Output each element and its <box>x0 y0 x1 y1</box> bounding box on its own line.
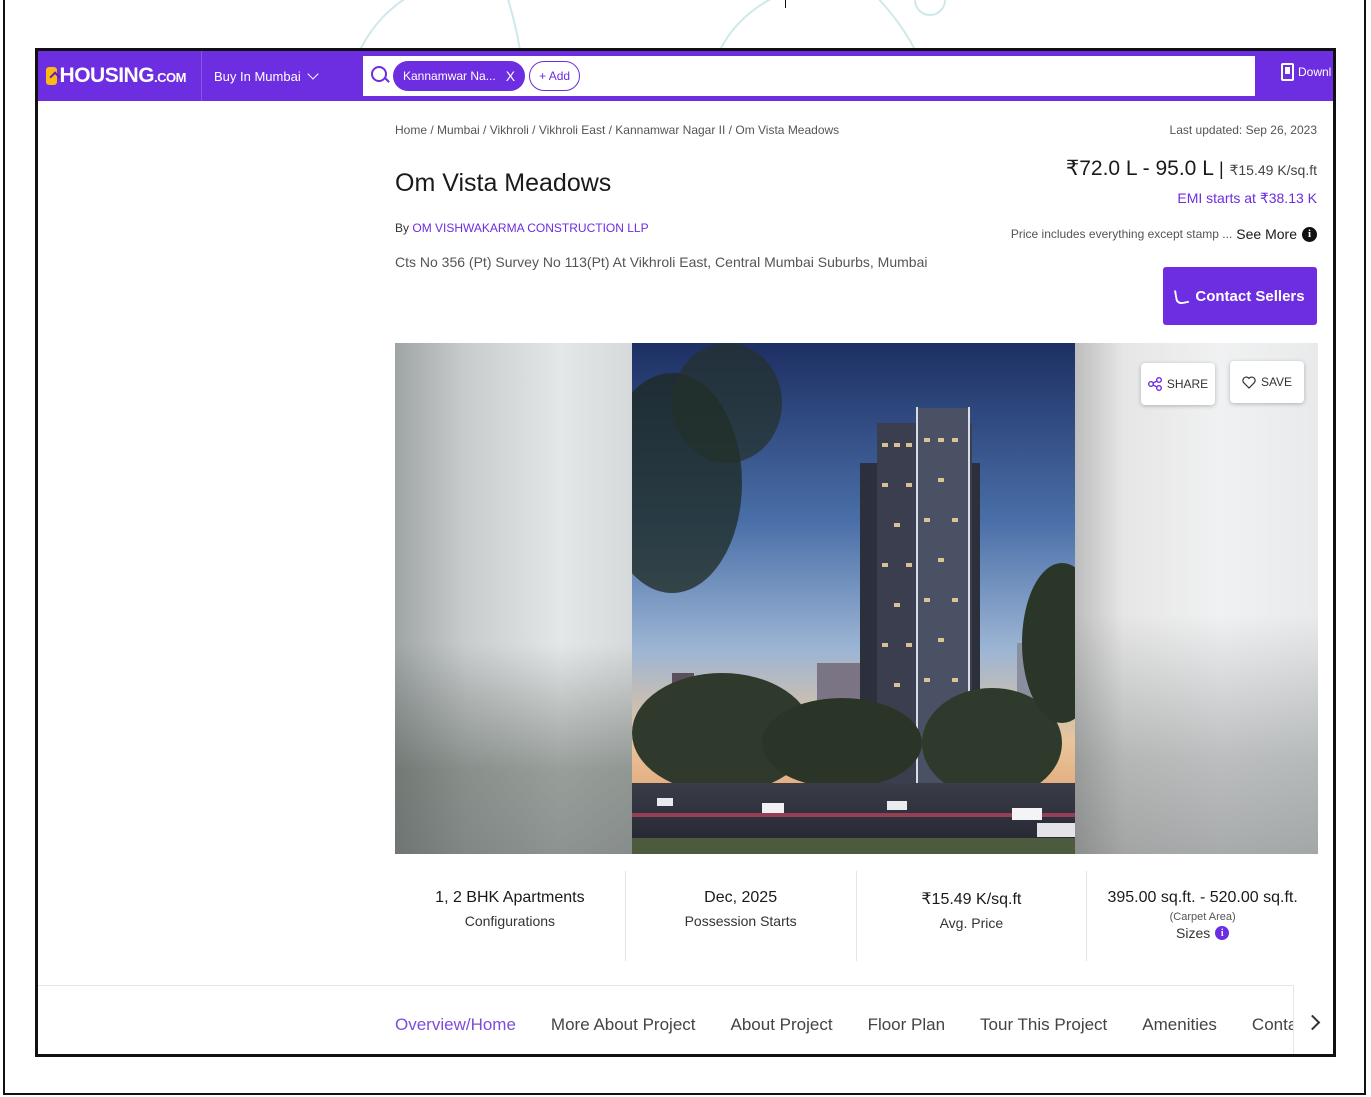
price-note-text: Price includes everything except stamp .… <box>1010 227 1233 241</box>
price-note: Price includes everything except stamp .… <box>1011 226 1317 242</box>
builder-line: By OM VISHWAKARMA CONSTRUCTION LLP <box>395 221 649 235</box>
project-main-image[interactable] <box>632 343 1075 854</box>
search-bar[interactable]: Kannamwar Na... X + Add <box>363 56 1255 96</box>
stat-value: ₹15.49 K/sq.ft <box>921 891 1022 908</box>
info-icon[interactable]: i <box>1302 226 1317 242</box>
tab-about-project[interactable]: About Project <box>731 1015 833 1035</box>
tab-tour-project[interactable]: Tour This Project <box>980 1015 1107 1035</box>
price-per-sqft: ₹15.49 K/sq.ft <box>1229 162 1317 178</box>
stat-configurations: 1, 2 BHK Apartments Configurations <box>395 871 626 961</box>
logo-mark-icon <box>46 67 57 85</box>
stat-avg-price: ₹15.49 K/sq.ft Avg. Price <box>857 871 1088 961</box>
chevron-right-icon <box>1304 1014 1320 1031</box>
gallery-blur-right <box>1075 343 1318 854</box>
heart-icon <box>1242 375 1256 389</box>
save-label: SAVE <box>1260 375 1293 389</box>
last-updated: Last updated: Sep 26, 2023 <box>1169 123 1317 137</box>
stat-value: 1, 2 BHK Apartments <box>435 889 585 906</box>
download-app-button[interactable]: Downl <box>1281 63 1331 81</box>
search-chip-label: Kannamwar Na... <box>403 69 496 83</box>
stat-label: Avg. Price <box>939 915 1004 931</box>
tab-overview[interactable]: Overview/Home <box>395 1015 516 1035</box>
breadcrumb[interactable]: Home / Mumbai / Vikhroli / Vikhroli East… <box>395 123 839 137</box>
info-icon[interactable]: i <box>1215 926 1230 940</box>
stat-value: Dec, 2025 <box>704 889 778 906</box>
share-label: SHARE <box>1166 377 1209 391</box>
price-separator: | <box>1218 159 1224 179</box>
phone-call-icon <box>1174 286 1191 306</box>
contact-sellers-label: Contact Sellers <box>1195 287 1305 305</box>
page-title: Om Vista Meadows <box>395 169 612 197</box>
builder-link[interactable]: OM VISHWAKARMA CONSTRUCTION LLP <box>412 221 648 235</box>
stat-label: Configurations <box>464 913 556 929</box>
top-nav-bar: HOUSING.COM Buy In Mumbai Kannamwar Na..… <box>38 51 1333 101</box>
stat-possession: Dec, 2025 Possession Starts <box>626 871 857 961</box>
housing-logo[interactable]: HOUSING.COM <box>38 51 186 101</box>
price-range: ₹72.0 L - 95.0 L | ₹15.49 K/sq.ft <box>1066 156 1317 181</box>
gallery-blur-left <box>395 343 632 854</box>
share-button[interactable]: SHARE <box>1141 363 1215 405</box>
stat-sizes: 395.00 sq.ft. - 520.00 sq.ft. (Carpet Ar… <box>1087 871 1318 961</box>
builder-prefix: By <box>395 221 410 235</box>
browser-content-frame: HOUSING.COM Buy In Mumbai Kannamwar Na..… <box>35 48 1336 1057</box>
share-icon <box>1147 377 1162 391</box>
tabs-divider <box>38 985 1333 986</box>
tabs-scroll-next-button[interactable] <box>1293 985 1333 1054</box>
stat-value: 395.00 sq.ft. - 520.00 sq.ft. <box>1107 889 1298 906</box>
close-icon[interactable]: X <box>506 68 515 84</box>
search-location-chip[interactable]: Kannamwar Na... X <box>393 61 526 91</box>
project-address: Cts No 356 (Pt) Survey No 113(Pt) At Vik… <box>395 254 928 270</box>
stat-label-row: Sizes i <box>1087 925 1318 941</box>
city-select-label: Buy In Mumbai <box>214 68 301 84</box>
stat-label: Sizes <box>1176 925 1211 941</box>
contact-sellers-button[interactable]: Contact Sellers <box>1163 267 1317 325</box>
chevron-down-icon <box>307 68 319 80</box>
tab-amenities[interactable]: Amenities <box>1142 1015 1217 1035</box>
price-range-value: ₹72.0 L - 95.0 L <box>1065 157 1214 180</box>
project-stats: 1, 2 BHK Apartments Configurations Dec, … <box>395 871 1318 961</box>
save-button[interactable]: SAVE <box>1230 361 1304 403</box>
tab-more-about-project[interactable]: More About Project <box>551 1015 696 1035</box>
download-label: Downl <box>1298 65 1332 79</box>
section-tabs: Overview/Home More About Project About P… <box>395 1005 1333 1045</box>
search-icon <box>371 65 387 82</box>
stat-label: Possession Starts <box>684 913 797 929</box>
stat-sub-label: (Carpet Area) <box>1169 911 1236 923</box>
phone-icon <box>1281 63 1294 81</box>
add-location-button[interactable]: + Add <box>529 61 581 91</box>
logo-text: HOUSING.COM <box>59 64 187 87</box>
image-gallery[interactable]: SHARE SAVE <box>395 343 1318 854</box>
see-more-link[interactable]: See More <box>1236 226 1297 242</box>
emi-link[interactable]: EMI starts at ₹38.13 K <box>1177 190 1317 207</box>
tab-floor-plan[interactable]: Floor Plan <box>868 1015 945 1035</box>
